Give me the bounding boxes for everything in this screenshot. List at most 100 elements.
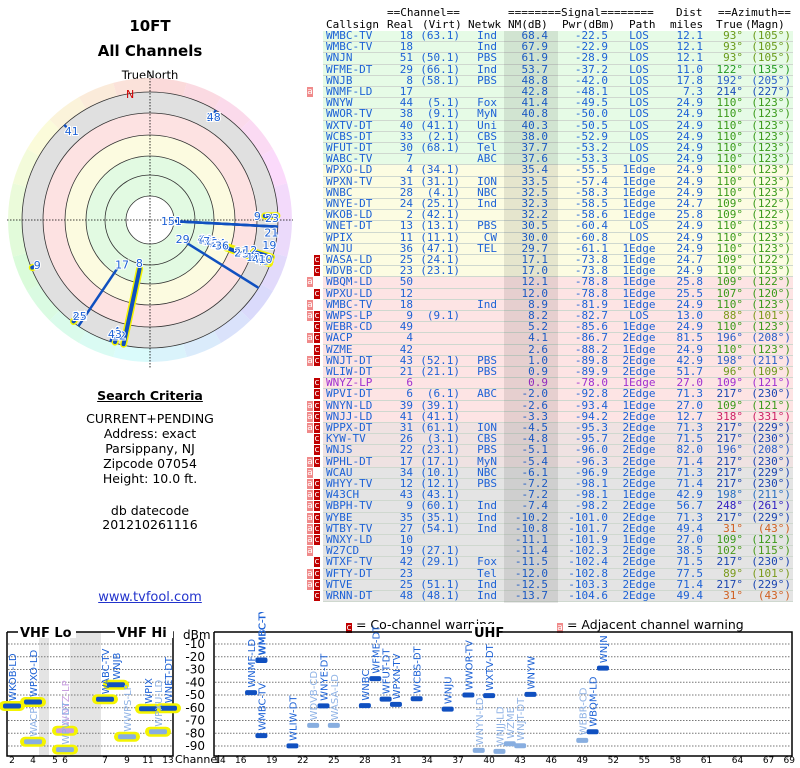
station-table: ==Channel== ========Signal======== Dist … [0,0,800,610]
cell-virt: (9.1) [426,309,460,322]
cell-net: Ind [477,197,497,210]
cell-nm: -13.7 [514,589,548,602]
adjacent-warning-icon: a [307,400,313,411]
station-bar [596,665,609,671]
co-channel-warning-icon: c [314,322,320,333]
station-bar-label: WABC-TV [101,649,112,695]
adjacent-warning-icon: a [307,535,313,545]
station-bar-label: WASA-LD [330,674,341,721]
vhf-channel-tick: 4 [30,756,36,766]
station-bar-label: WWOR-TV [464,640,475,690]
adjacent-warning-icon: a [307,456,313,467]
cell-virt: (29.1) [420,555,460,569]
adjacent-warning-icon: a [307,568,313,579]
station-bar-label: WNYN-LD [475,697,486,745]
station-bar [514,743,527,749]
station-bar-label: WNET-DT [164,656,175,703]
station-bar-label: WNJB [112,652,123,679]
cell-net: PBS [477,477,497,490]
co-channel-warning-icon: c [314,411,320,422]
adjacent-warning-icon: a [307,277,313,288]
vhf-channel-tick: 2 [9,756,15,766]
vhf-channel-tick: 6 [62,756,68,766]
station-bar [441,706,454,712]
adjacent-warning-icon: a [307,467,313,478]
co-channel-warning-icon: c [314,490,320,501]
co-channel-warning-icon: c [314,333,320,344]
uhf-channel-tick: 25 [328,756,339,766]
cell-virt: (58.1) [420,73,460,87]
table-row[interactable]: WRNN-DT 48 (48.1) Ind -13.7 -104.6 2Edge 49.4 31… [323,589,793,603]
uhf-channel-tick: 22 [297,756,308,766]
station-bar-label: WNJJ-LD [495,706,506,746]
dbm-tick-label: -90 [185,739,205,753]
uhf-channel-tick: 55 [639,756,650,766]
channel-gap [70,632,101,756]
uhf-channel-tick: 67 [763,756,774,766]
cell-call: WRNN-DT [326,589,373,602]
uhf-channel-tick: 46 [545,756,557,766]
uhf-channel-tick: 19 [266,756,278,766]
adjacent-warning-icon: a [307,411,313,422]
co-channel-warning-icon: c [314,423,320,433]
uhf-channel-tick: 31 [390,756,401,766]
station-bar-label: WACP [29,708,40,737]
station-bar-label: WNJT-DT [516,697,527,741]
adjacent-warning-icon: a [307,490,313,501]
co-channel-warning-icon: c [314,579,320,590]
vhf-lo-title: VHF Lo [20,626,72,641]
adjacent-warning-icon: a [307,299,313,310]
station-bar [576,737,589,743]
station-bar-label: WPVI-DT [61,701,72,745]
station-bar [24,739,42,745]
cell-magn: (43°) [757,589,791,602]
station-bar-label: WMBC-TV [257,612,268,655]
cell-real: 48 [399,589,413,602]
co-channel-warning-icon: c [314,311,320,321]
cell-virt: (68.1) [420,141,460,154]
station-bar-label: WNJN [599,635,610,663]
station-bar-label: WXTV-DT [485,643,496,690]
co-channel-warning-icon: c [314,378,320,389]
station-bar [524,691,537,697]
dbm-unit-label: dBm [183,628,211,642]
uhf-channel-tick: 69 [784,756,796,766]
uhf-channel-tick: 61 [701,756,712,766]
adjacent-warning-icon: a [307,355,313,366]
cell-net: ABC [477,387,497,401]
station-bar-label: WDVB-CD [309,671,320,721]
station-bar-label: WNBC [361,670,372,701]
vhf-channel-tick: 13 [162,756,173,766]
station-bar-label: WFME-DT [371,625,382,674]
uhf-channel-tick: 16 [235,756,247,766]
station-bar [255,733,268,739]
station-bar [493,748,506,754]
uhf-channel-tick: 40 [483,756,495,766]
cell-net: PBS [477,365,497,378]
station-bar [358,703,371,709]
station-bar-label: WEBR-CD [578,687,589,735]
co-channel-warning-icon: c [314,434,320,445]
uhf-channel-tick: 64 [732,756,744,766]
cell-path: 2Edge [622,589,656,602]
adjacent-warning-icon: a [307,423,313,433]
uhf-channel-tick: 37 [452,756,463,766]
station-bar [56,747,74,753]
station-bar [96,696,114,702]
vhf-channel-tick: 5 [52,756,58,766]
cell-net: Ind [477,297,497,311]
vhf-channel-tick: 9 [124,756,130,766]
co-channel-warning-icon: c [314,445,320,456]
station-bar [410,696,423,702]
station-bar [472,747,485,753]
adjacent-warning-icon: a [307,579,313,590]
cell-virt: (63.1) [420,29,460,42]
co-channel-warning-icon: c [314,355,320,366]
station-bar-label: WCBS-DT [413,645,424,693]
station-bar-label: WPXO-LD [29,650,40,697]
station-bar-label: WPXU-LD [154,679,165,726]
co-channel-warning-icon: c [314,568,320,579]
cell-net: Ind [477,589,497,602]
uhf-channel-tick: 58 [670,756,682,766]
co-channel-warning-icon: c [314,344,320,355]
